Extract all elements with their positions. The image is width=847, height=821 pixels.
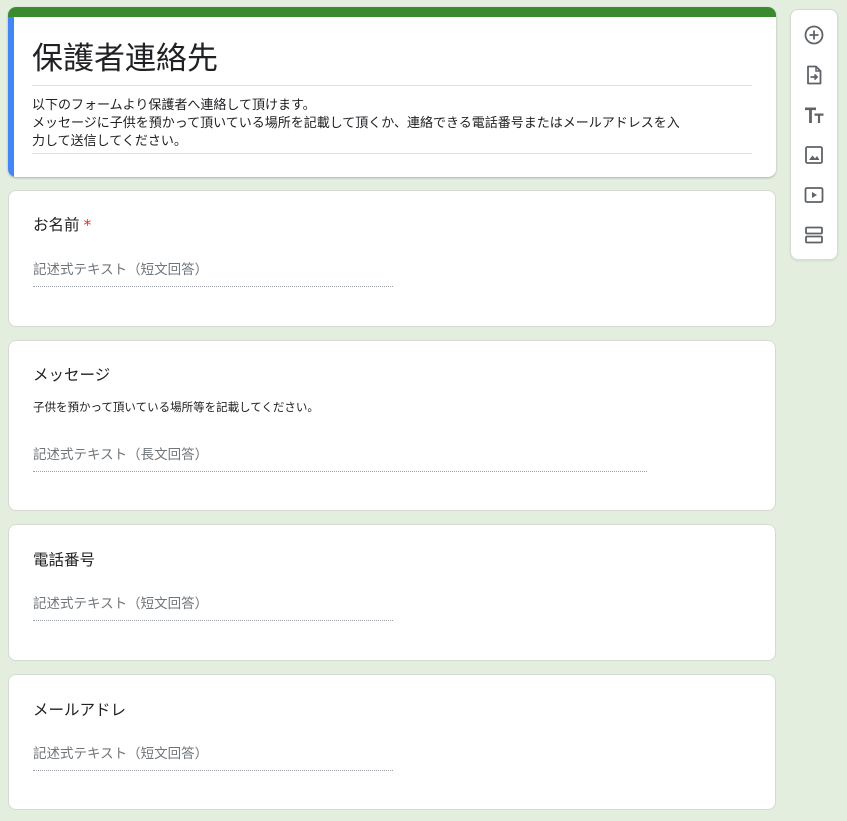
add-section-icon[interactable] — [802, 223, 826, 247]
long-answer-field[interactable]: 記述式テキスト（長文回答） — [33, 445, 647, 472]
theme-color-bar — [8, 7, 776, 17]
add-title-icon[interactable] — [802, 103, 826, 127]
form-description[interactable]: 以下のフォームより保護者へ連絡して頂けます。 メッセージに子供を預かって頂いてい… — [32, 97, 752, 154]
question-card-phone[interactable]: 電話番号 記述式テキスト（短文回答） — [8, 524, 776, 661]
question-title: メッセージ — [33, 366, 111, 384]
form-description-line: メッセージに子供を預かって頂いている場所を記載して頂くか、連絡できる電話番号また… — [32, 116, 680, 131]
question-title: 電話番号 — [33, 551, 96, 569]
short-answer-field[interactable]: 記述式テキスト（短文回答） — [33, 260, 393, 287]
selected-indicator — [8, 17, 14, 177]
floating-toolbar — [790, 9, 838, 260]
question-title-text: お名前 — [33, 216, 80, 234]
required-asterisk: * — [83, 216, 92, 234]
add-video-icon[interactable] — [802, 183, 826, 207]
form-description-line: 以下のフォームより保護者へ連絡して頂けます。 — [32, 98, 316, 113]
add-question-icon[interactable] — [802, 23, 826, 47]
question-card-email[interactable]: メールアドレ 記述式テキスト（短文回答） — [8, 674, 776, 810]
form-title[interactable]: 保護者連絡先 — [32, 37, 752, 86]
short-answer-field[interactable]: 記述式テキスト（短文回答） — [33, 744, 393, 771]
import-questions-icon[interactable] — [802, 63, 826, 87]
question-title: お名前 * — [33, 214, 91, 236]
short-answer-field[interactable]: 記述式テキスト（短文回答） — [33, 594, 393, 621]
form-description-line: 力して送信してください。 — [32, 134, 187, 149]
question-description: 子供を預かって頂いている場所等を記載してください。 — [33, 400, 319, 414]
question-title: メールアドレ — [33, 701, 127, 719]
question-card-message[interactable]: メッセージ 子供を預かって頂いている場所等を記載してください。 記述式テキスト（… — [8, 340, 776, 511]
question-card-name[interactable]: お名前 * 記述式テキスト（短文回答） — [8, 190, 776, 327]
form-header-card[interactable]: 保護者連絡先 以下のフォームより保護者へ連絡して頂けます。 メッセージに子供を預… — [8, 7, 776, 177]
add-image-icon[interactable] — [802, 143, 826, 167]
